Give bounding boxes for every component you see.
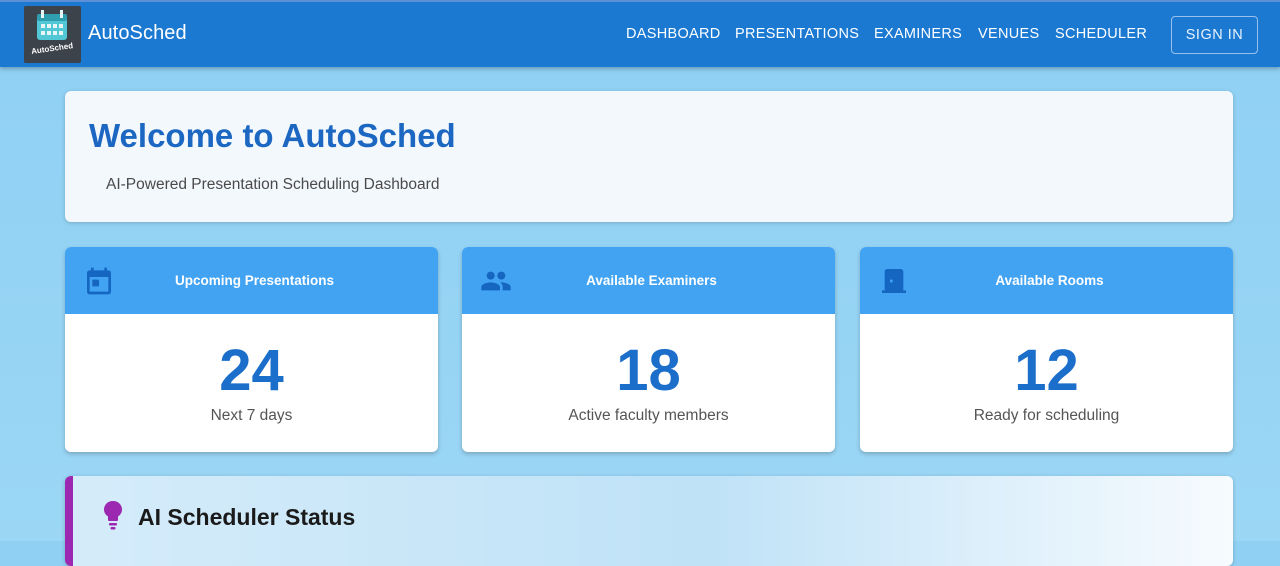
card-upcoming-presentations: Upcoming Presentations 24 Next 7 days — [65, 247, 438, 452]
card-value: 12 — [1014, 338, 1079, 403]
app-logo[interactable]: AutoSched — [24, 6, 81, 63]
nav-examiners[interactable]: EXAMINERS — [874, 26, 962, 42]
app-bar: AutoSched AutoSched DASHBOARD PRESENTATI… — [0, 0, 1280, 67]
card-subtitle: Next 7 days — [210, 407, 293, 424]
card-title: Available Rooms — [995, 273, 1104, 288]
card-title: Upcoming Presentations — [174, 273, 335, 288]
card-subtitle: Ready for scheduling — [973, 407, 1120, 424]
ai-scheduler-status-panel: AI Scheduler Status — [65, 476, 1233, 566]
page-title: Welcome to AutoSched — [89, 117, 456, 154]
card-value: 18 — [616, 338, 681, 403]
status-title: AI Scheduler Status — [138, 504, 356, 530]
card-title: Available Examiners — [586, 273, 717, 288]
nav-dashboard[interactable]: DASHBOARD — [626, 26, 721, 42]
card-subtitle: Active faculty members — [568, 407, 729, 424]
card-available-rooms: Available Rooms 12 Ready for scheduling — [860, 247, 1233, 452]
lightbulb-icon — [104, 501, 122, 530]
card-header: Available Examiners — [462, 247, 835, 314]
page-subtitle: AI-Powered Presentation Scheduling Dashb… — [106, 176, 440, 193]
welcome-panel: Welcome to AutoSched AI-Powered Presenta… — [65, 91, 1233, 222]
sign-in-button[interactable]: SIGN IN — [1171, 16, 1258, 54]
card-value: 24 — [219, 338, 284, 403]
nav-presentations[interactable]: PRESENTATIONS — [735, 26, 859, 42]
app-title[interactable]: AutoSched — [88, 22, 187, 45]
card-available-examiners: Available Examiners 18 Active faculty me… — [462, 247, 835, 452]
card-header: Upcoming Presentations — [65, 247, 438, 314]
nav-scheduler[interactable]: SCHEDULER — [1055, 26, 1147, 42]
status-accent-bar — [65, 476, 73, 566]
card-header: Available Rooms — [860, 247, 1233, 314]
nav-venues[interactable]: VENUES — [978, 26, 1039, 42]
